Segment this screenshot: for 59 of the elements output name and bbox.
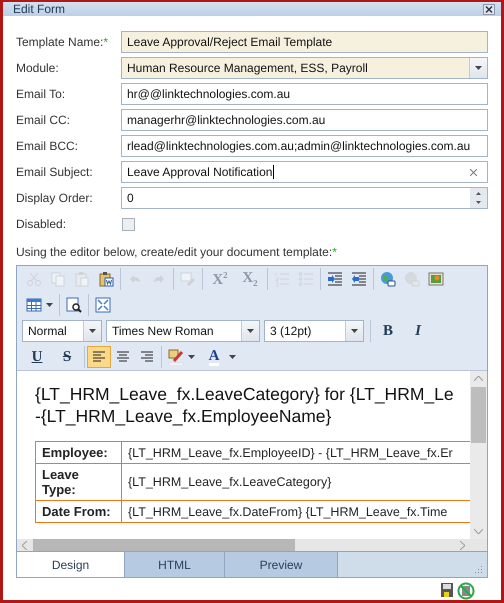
text-field[interactable]: hr@@linktechnologies.com.au [121, 83, 488, 105]
highlighter-icon[interactable] [168, 349, 184, 365]
caret-icon[interactable] [351, 329, 358, 333]
editor-tab[interactable]: HTML [125, 552, 225, 577]
format-button[interactable]: S [56, 346, 78, 368]
required-mark: * [103, 35, 108, 49]
caret-icon[interactable] [46, 303, 53, 307]
dropdown-field[interactable]: Human Resource Management, ESS, Payroll [121, 57, 488, 79]
field-label: Email BCC: [16, 139, 78, 153]
dropdown-field[interactable]: 3 (12pt) [264, 320, 364, 342]
text-field[interactable]: Leave Approval/Reject Email Template [121, 31, 488, 53]
table-cell: Employee: [36, 442, 122, 464]
table-cell: {LT_HRM_Leave_fx.EmployeeID} - {LT_HRM_Leave_fx.Er [122, 442, 470, 464]
fullscreen-icon[interactable] [95, 297, 111, 313]
paste-document-icon[interactable] [98, 271, 114, 287]
required-mark: * [332, 245, 337, 259]
field-label: Email CC: [16, 113, 70, 127]
table-cell: Date From: [36, 500, 122, 522]
caret-icon[interactable] [188, 355, 195, 359]
editor-tab[interactable]: Design [17, 552, 125, 577]
outdent-icon[interactable] [351, 271, 367, 287]
globe-link-icon[interactable] [380, 271, 396, 287]
checkbox[interactable] [122, 218, 135, 230]
text-field[interactable]: rlead@linktechnologies.com.au;admin@linktechnologies.com.au [121, 135, 488, 157]
cancel-icon[interactable] [457, 582, 475, 600]
format-button[interactable]: B [377, 320, 399, 342]
number-field[interactable]: 0 [121, 187, 488, 209]
field-label: Module: [16, 61, 59, 75]
table-icon[interactable] [26, 297, 42, 313]
image-icon[interactable] [428, 271, 444, 287]
caret-icon[interactable] [229, 355, 236, 359]
save-icon[interactable] [440, 582, 454, 598]
dropdown-field[interactable]: Times New Roman [106, 320, 260, 342]
dropdown-field[interactable]: Normal [22, 320, 102, 342]
caret-icon[interactable] [475, 66, 482, 70]
document-heading: -{LT_HRM_Leave_fx.EmployeeName} [35, 405, 332, 427]
caret-icon[interactable] [89, 329, 96, 333]
spinner-icon[interactable] [470, 188, 487, 208]
clear-icon[interactable] [470, 168, 477, 176]
format-button[interactable]: U [26, 346, 48, 368]
field-label: Email Subject: [16, 165, 93, 179]
field-label: Template Name: [16, 35, 104, 49]
editor-tab[interactable]: Preview [225, 552, 338, 577]
field-label: Display Order: [16, 191, 93, 205]
field-label: Disabled: [16, 217, 66, 231]
text-field[interactable]: managerhr@linktechnologies.com.au [121, 109, 488, 131]
editor-instruction: Using the editor below, create/edit your document template: [16, 245, 332, 259]
text-field[interactable]: Leave Approval Notification [121, 161, 488, 183]
format-button[interactable]: I [407, 320, 429, 342]
field-label: Email To: [16, 87, 66, 101]
window-title: Edit Form [13, 2, 66, 16]
document-heading: {LT_HRM_Leave_fx.LeaveCategory} for {LT_HRM_Le [35, 383, 454, 405]
find-icon[interactable] [66, 297, 82, 313]
table-cell: Leave Type: [36, 464, 122, 500]
format-button[interactable]: A [203, 346, 225, 368]
close-icon[interactable] [483, 4, 495, 14]
caret-icon[interactable] [247, 329, 254, 333]
indent-icon[interactable] [327, 271, 343, 287]
resize-grip-icon[interactable] [474, 565, 483, 574]
